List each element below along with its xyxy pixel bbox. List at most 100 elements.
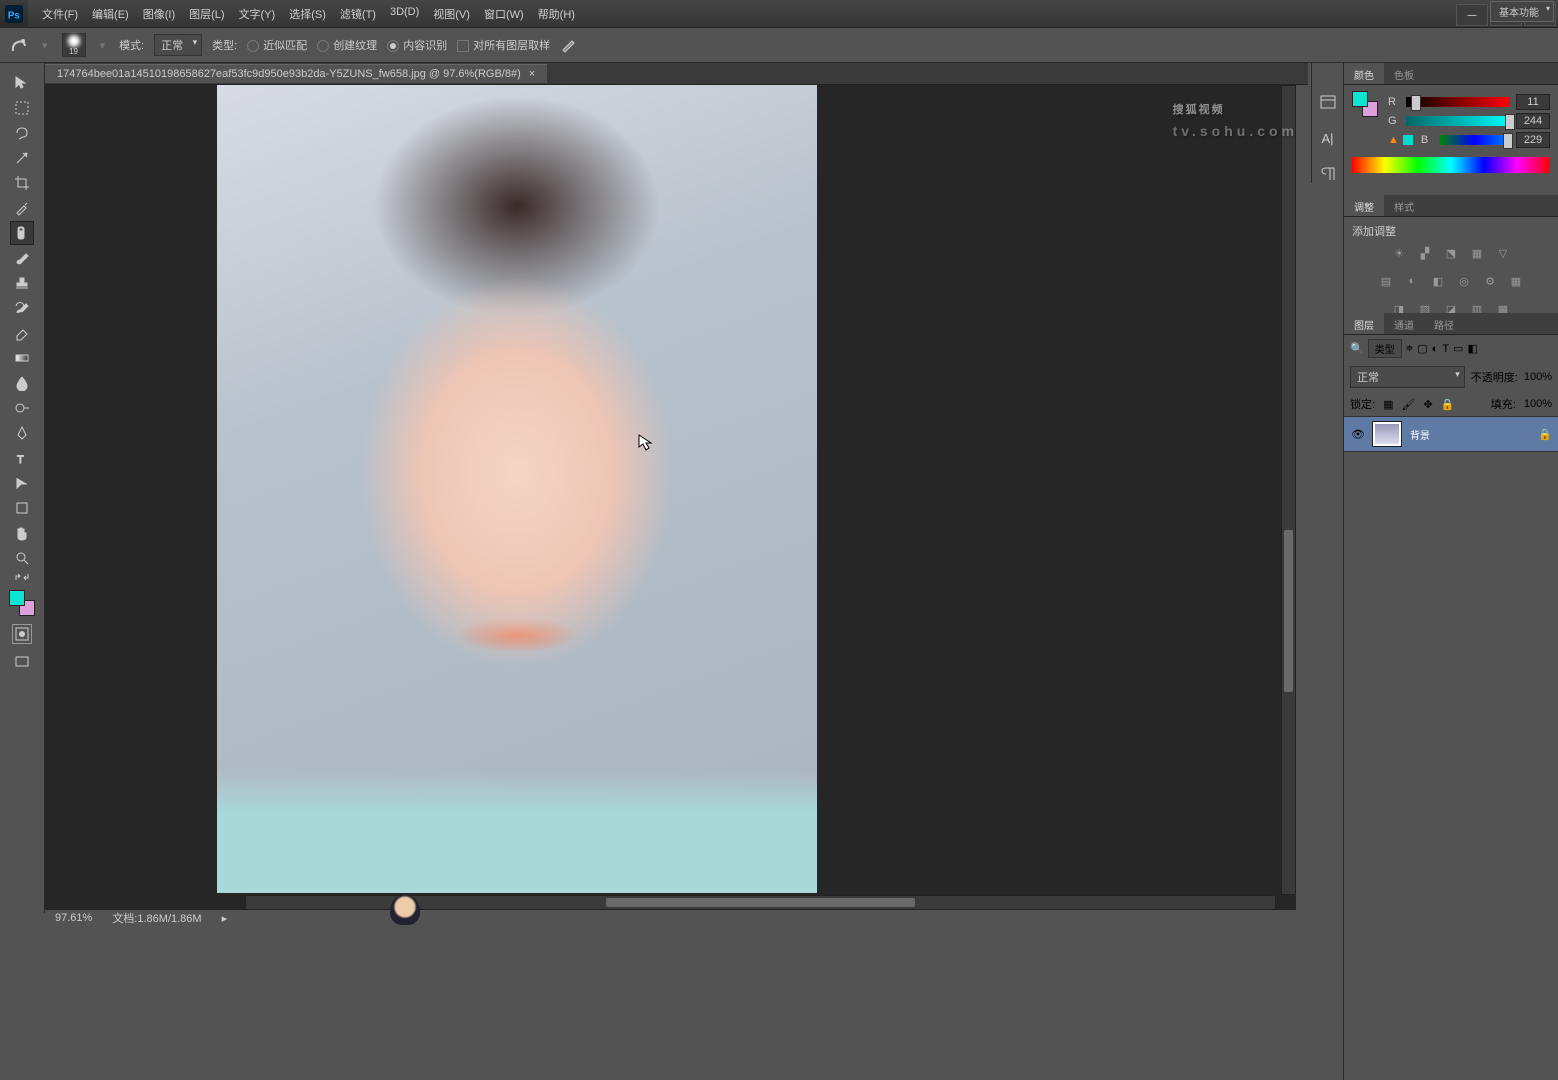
lasso-tool[interactable] (10, 121, 34, 145)
mode-dropdown[interactable]: 正常 (154, 34, 202, 56)
pressure-icon[interactable] (560, 36, 578, 54)
workspace-dropdown[interactable]: 基本功能 (1490, 1, 1554, 22)
eyedropper-tool[interactable] (10, 196, 34, 220)
menu-view[interactable]: 视图(V) (427, 2, 476, 26)
gradient-tool[interactable] (10, 346, 34, 370)
dodge-tool[interactable] (10, 396, 34, 420)
filter-smart-icon[interactable]: ◧ (1467, 342, 1477, 355)
foreground-color-swatch[interactable] (9, 590, 25, 606)
fill-value[interactable]: 100% (1524, 398, 1552, 410)
history-brush-tool[interactable] (10, 296, 34, 320)
b-slider[interactable] (1439, 135, 1510, 145)
lock-trans-icon[interactable]: ▦ (1383, 398, 1393, 411)
adj-exposure-icon[interactable]: ▦ (1468, 245, 1486, 261)
document-tab[interactable]: 174764bee01a14510198658627eaf53fc9d950e9… (45, 64, 547, 83)
blur-tool[interactable] (10, 371, 34, 395)
menu-window[interactable]: 窗口(W) (478, 2, 530, 26)
brush-tool[interactable] (10, 246, 34, 270)
radio-texture[interactable]: 创建纹理 (317, 37, 377, 53)
adj-mixer-icon[interactable]: ⚙ (1481, 273, 1499, 289)
menu-help[interactable]: 帮助(H) (532, 2, 581, 26)
menu-edit[interactable]: 编辑(E) (86, 2, 135, 26)
lock-position-icon[interactable]: ✥ (1423, 398, 1432, 411)
adj-lookup-icon[interactable]: ▦ (1507, 273, 1525, 289)
swap-colors-icon[interactable] (10, 571, 34, 583)
g-value[interactable]: 244 (1516, 113, 1550, 129)
move-tool[interactable] (10, 71, 34, 95)
visibility-icon[interactable]: 👁 (1350, 426, 1366, 442)
check-sample-all[interactable]: 对所有图层取样 (457, 37, 550, 53)
menu-select[interactable]: 选择(S) (283, 2, 332, 26)
quick-mask-button[interactable] (12, 624, 32, 644)
pen-tool[interactable] (10, 421, 34, 445)
tab-styles[interactable]: 样式 (1384, 195, 1424, 216)
filter-type-icon[interactable]: T (1442, 343, 1449, 355)
document-tab-close[interactable]: × (529, 68, 535, 80)
menu-layer[interactable]: 图层(L) (183, 2, 230, 26)
crop-tool[interactable] (10, 171, 34, 195)
dock-paragraph-icon[interactable] (1318, 165, 1338, 183)
adj-levels-icon[interactable]: ▞ (1416, 245, 1434, 261)
brush-preview[interactable]: 19 (62, 33, 86, 57)
gamut-warning-icon[interactable]: ▲ (1388, 134, 1399, 146)
g-slider[interactable] (1406, 116, 1510, 126)
color-swatch-pair[interactable] (1352, 91, 1378, 117)
r-slider[interactable] (1406, 97, 1510, 107)
menu-image[interactable]: 图像(I) (137, 2, 181, 26)
vertical-scrollbar[interactable] (1281, 85, 1296, 895)
adj-bw-icon[interactable]: ◧ (1429, 273, 1447, 289)
wand-tool[interactable] (10, 146, 34, 170)
radio-proximity[interactable]: 近似匹配 (247, 37, 307, 53)
adj-vibrance-icon[interactable]: ▽ (1494, 245, 1512, 261)
type-tool[interactable]: T (10, 446, 34, 470)
eraser-tool[interactable] (10, 321, 34, 345)
adj-balance-icon[interactable]: ◐ (1403, 273, 1421, 289)
opacity-value[interactable]: 100% (1524, 371, 1552, 383)
dock-character-icon[interactable]: A| (1318, 129, 1338, 147)
menu-text[interactable]: 文字(Y) (233, 2, 282, 26)
menu-3d[interactable]: 3D(D) (384, 2, 425, 26)
layer-name[interactable]: 背景 (1410, 427, 1538, 442)
filter-search-icon[interactable]: 🔍 (1350, 342, 1364, 355)
r-value[interactable]: 11 (1516, 94, 1550, 110)
minimize-button[interactable]: ─ (1456, 4, 1488, 26)
adj-hue-icon[interactable]: ▤ (1377, 273, 1395, 289)
tab-paths[interactable]: 路径 (1424, 313, 1464, 334)
healing-tool[interactable] (10, 221, 34, 245)
document-image[interactable] (217, 85, 817, 893)
menu-file[interactable]: 文件(F) (36, 2, 84, 26)
zoom-tool[interactable] (10, 546, 34, 570)
path-tool[interactable] (10, 471, 34, 495)
zoom-value[interactable]: 97.61% (55, 912, 92, 924)
tab-adjustments[interactable]: 调整 (1344, 195, 1384, 216)
dock-history-icon[interactable] (1318, 93, 1338, 111)
b-value[interactable]: 229 (1516, 132, 1550, 148)
radio-content-aware[interactable]: 内容识别 (387, 37, 447, 53)
stamp-tool[interactable] (10, 271, 34, 295)
color-swatches[interactable] (9, 590, 35, 616)
lock-pixels-icon[interactable]: 🖌 (1401, 398, 1415, 411)
spectrum-ramp[interactable] (1352, 157, 1550, 173)
tab-color[interactable]: 颜色 (1344, 63, 1384, 84)
screen-mode-button[interactable] (10, 650, 34, 674)
adj-curves-icon[interactable]: ⬔ (1442, 245, 1460, 261)
filter-shape-icon[interactable]: ▭ (1453, 342, 1463, 355)
menu-filter[interactable]: 滤镜(T) (334, 2, 382, 26)
filter-adj-icon[interactable]: ◐ (1432, 343, 1439, 355)
adj-brightness-icon[interactable]: ☀ (1390, 245, 1408, 261)
marquee-tool[interactable] (10, 96, 34, 120)
tab-swatches[interactable]: 色板 (1384, 63, 1424, 84)
layer-row-background[interactable]: 👁 背景 🔒 (1344, 416, 1558, 452)
lock-all-icon[interactable]: 🔒 (1441, 398, 1455, 411)
adj-photo-filter-icon[interactable]: ◎ (1455, 273, 1473, 289)
tab-layers[interactable]: 图层 (1344, 313, 1384, 334)
hand-tool[interactable] (10, 521, 34, 545)
tab-channels[interactable]: 通道 (1384, 313, 1424, 334)
blend-mode-dropdown[interactable]: 正常 (1350, 366, 1465, 388)
shape-tool[interactable] (10, 496, 34, 520)
layer-thumbnail[interactable] (1372, 421, 1402, 447)
gamut-swatch[interactable] (1403, 135, 1413, 145)
filter-pixel-icon[interactable]: ▢ (1417, 342, 1427, 355)
status-arrow-icon[interactable]: ▸ (222, 912, 228, 925)
filter-kind-dropdown[interactable]: 类型 (1368, 339, 1402, 358)
